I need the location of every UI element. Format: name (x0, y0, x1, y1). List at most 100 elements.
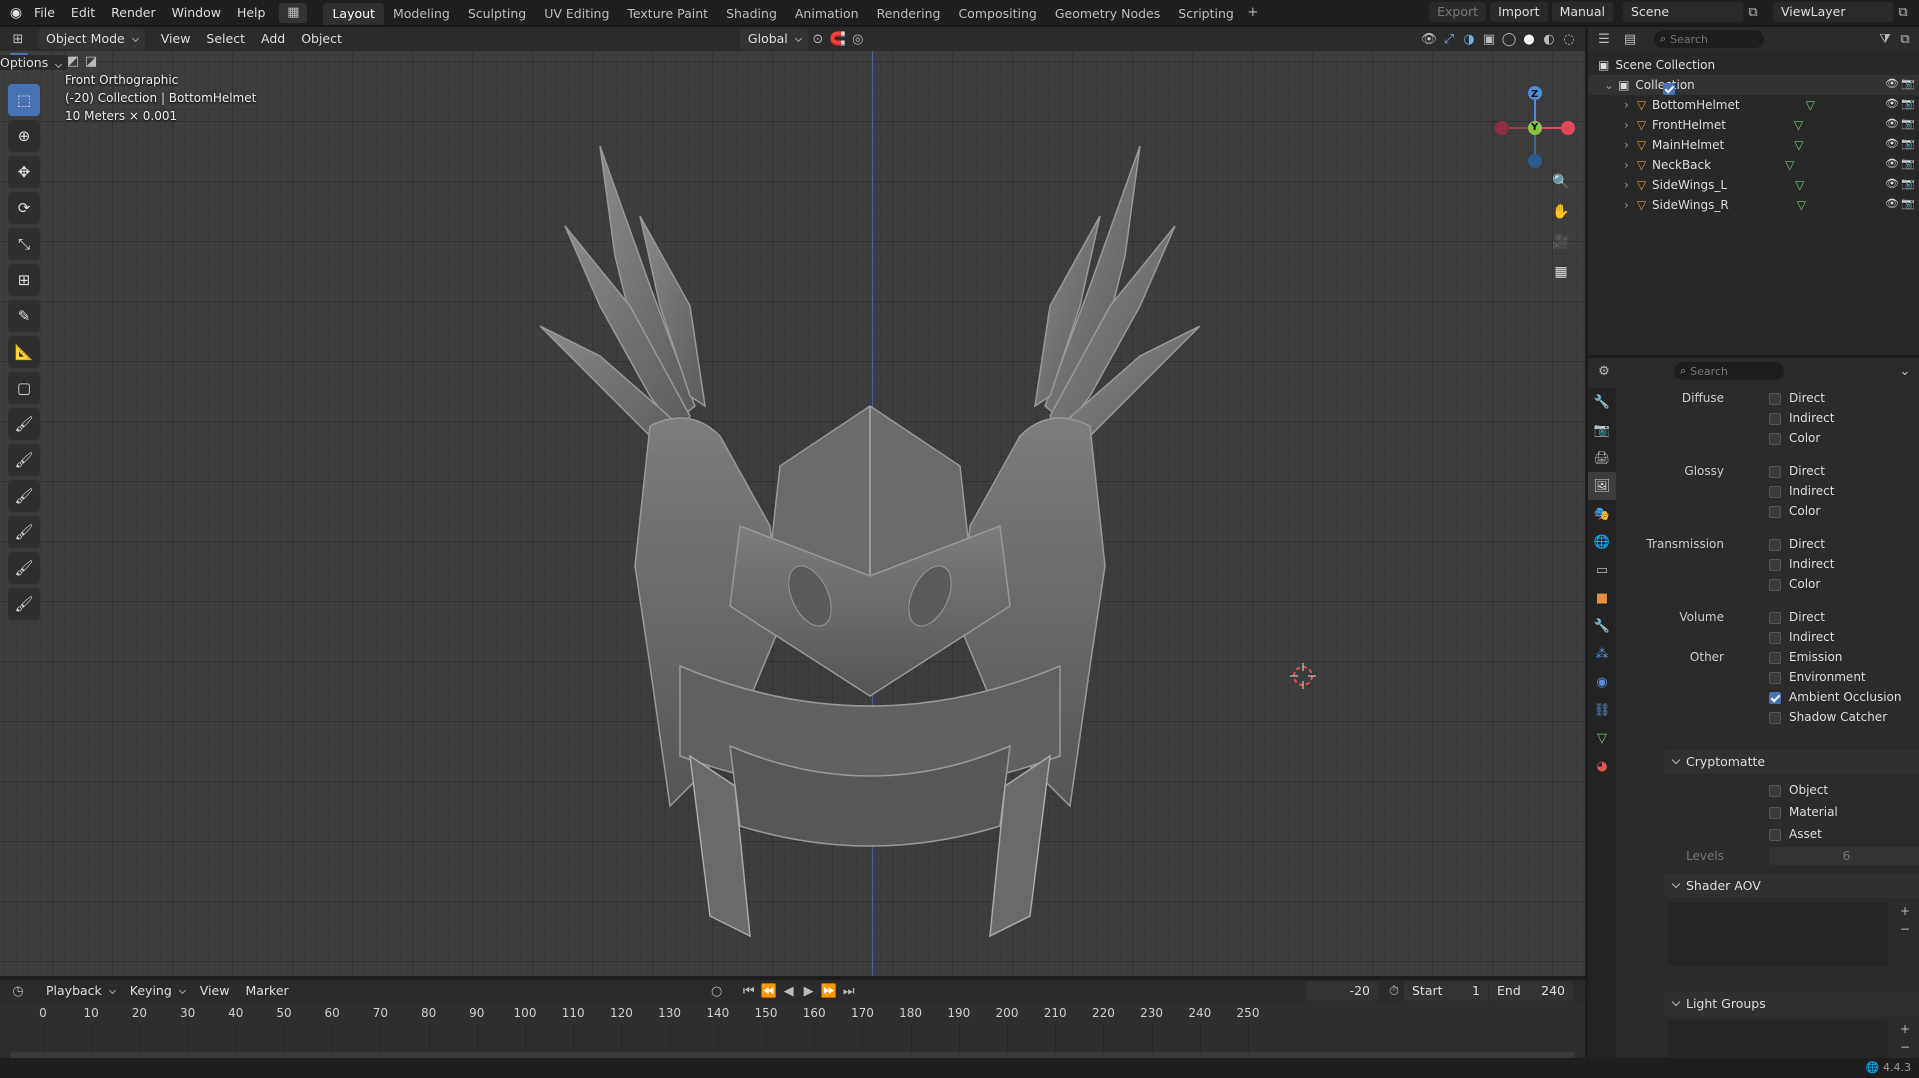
eye-icon[interactable]: 👁 (1885, 117, 1899, 130)
pass-checkbox[interactable]: Color (1769, 428, 1820, 448)
modifier-tab-icon[interactable]: 🔧 (1588, 612, 1616, 640)
xray-icon[interactable]: ▣ (1479, 29, 1499, 49)
viewport-menu-view[interactable]: View (153, 29, 199, 49)
outliner-search[interactable]: ⌕ (1654, 30, 1764, 48)
current-frame-field[interactable]: -20 (1306, 981, 1378, 1001)
brush-tool-5-icon[interactable]: 🖌 (8, 552, 40, 584)
filter-icon[interactable]: ⧩ (1875, 29, 1895, 49)
new-collection-icon[interactable]: ⧉ (1895, 29, 1915, 49)
physics-tab-icon[interactable]: ◉ (1588, 668, 1616, 696)
eye-icon[interactable]: 👁 (1885, 157, 1899, 170)
object-tab-icon[interactable]: ■ (1588, 584, 1616, 612)
import-button[interactable]: Import (1490, 2, 1548, 22)
tab-geometry-nodes[interactable]: Geometry Nodes (1046, 3, 1169, 25)
timeline-menu-playback[interactable]: Playback (38, 981, 122, 1001)
brush-tool-1-icon[interactable]: 🖌 (8, 408, 40, 440)
camera-icon[interactable]: 📷 (1901, 197, 1915, 210)
visibility-icon[interactable]: 👁 (1419, 29, 1439, 49)
play-reverse-icon[interactable]: ◀ (779, 981, 799, 1001)
checkbox-direct[interactable] (1769, 465, 1781, 478)
outliner-editor-icon[interactable]: ☰ (1594, 29, 1614, 49)
end-frame-field[interactable]: End 240 (1489, 981, 1573, 1001)
menu-file[interactable]: File (26, 0, 63, 26)
viewport-menu-add[interactable]: Add (253, 29, 293, 49)
eye-icon[interactable]: 👁 (1885, 177, 1899, 190)
ortho-toggle-icon[interactable]: ▦ (1548, 259, 1574, 285)
jump-end-icon[interactable]: ⏭ (839, 981, 859, 1001)
scene-collection-row[interactable]: ▣ Scene Collection (1588, 55, 1919, 75)
eye-icon[interactable]: 👁 (1885, 137, 1899, 150)
properties-search[interactable]: ⌕ (1674, 362, 1784, 380)
pass-checkbox[interactable]: Color (1769, 574, 1820, 594)
checkbox-object[interactable] (1769, 784, 1781, 797)
checkbox-color[interactable] (1769, 432, 1781, 445)
scene-tab-icon[interactable]: 🎭 (1588, 500, 1616, 528)
export-button[interactable]: Export (1429, 2, 1487, 22)
render-tab-icon[interactable]: 📷 (1588, 416, 1616, 444)
camera-icon[interactable]: 📷 (1901, 97, 1915, 110)
pass-checkbox[interactable]: Emission (1769, 647, 1842, 667)
particles-tab-icon[interactable]: ⁂ (1588, 640, 1616, 668)
checkbox-shadow-catcher[interactable] (1769, 711, 1781, 724)
outliner-object-row[interactable]: › ▽ FrontHelmet ▽ 👁 📷 (1588, 115, 1919, 135)
pass-checkbox[interactable]: Indirect (1769, 481, 1834, 501)
snap-icon[interactable]: 🧲 (828, 29, 848, 49)
camera-icon[interactable]: 📷 (1901, 117, 1915, 130)
checkbox-color[interactable] (1769, 578, 1781, 591)
brush-tool-3-icon[interactable]: 🖌 (8, 480, 40, 512)
eye-icon[interactable]: 👁 (1885, 97, 1899, 110)
overlay-toggle-icon[interactable]: ◑ (1459, 29, 1479, 49)
add-light-group-icon[interactable]: + (1900, 1022, 1910, 1036)
pass-checkbox[interactable]: Direct (1769, 534, 1825, 554)
checkbox-color[interactable] (1769, 505, 1781, 518)
pass-checkbox[interactable]: Environment (1769, 667, 1866, 687)
jump-start-icon[interactable]: ⏮ (739, 981, 759, 1001)
new-scene-icon[interactable]: ⧉ (1743, 2, 1763, 22)
camera-icon[interactable]: 📷 (1901, 137, 1915, 150)
frame-rate-icon[interactable]: ⏱ (1384, 981, 1404, 1001)
pass-checkbox[interactable]: Indirect (1769, 627, 1834, 647)
output-tab-icon[interactable]: 🖨 (1588, 444, 1616, 472)
cryptomatte-checkbox[interactable]: Asset (1769, 824, 1822, 844)
camera-view-icon[interactable]: 🎥 (1548, 229, 1574, 255)
move-tool-icon[interactable]: ✥ (8, 156, 40, 188)
3d-viewport[interactable]: ▣ ◧ ◨ ◩ ◪ Options Front Orthographic (-2… (0, 51, 1585, 976)
expand-arrow-icon[interactable]: › (1624, 158, 1629, 172)
expand-arrow-icon[interactable]: › (1624, 118, 1629, 132)
play-icon[interactable]: ▶ (799, 981, 819, 1001)
menu-help[interactable]: Help (229, 0, 274, 26)
checkbox-asset[interactable] (1769, 828, 1781, 841)
camera-icon[interactable]: 📷 (1901, 77, 1915, 90)
pass-checkbox[interactable]: Direct (1769, 607, 1825, 627)
expand-arrow-icon[interactable]: › (1624, 198, 1629, 212)
scene-selector[interactable]: Scene (1623, 2, 1743, 22)
remove-aov-icon[interactable]: − (1900, 922, 1910, 936)
pass-checkbox[interactable]: Indirect (1769, 408, 1834, 428)
expand-arrow-icon[interactable]: › (1624, 138, 1629, 152)
timeline-menu-keying[interactable]: Keying (122, 981, 192, 1001)
pass-checkbox[interactable]: Shadow Catcher (1769, 707, 1887, 727)
material-shading-icon[interactable]: ◐ (1539, 29, 1559, 49)
checkbox-environment[interactable] (1769, 671, 1781, 684)
pass-checkbox[interactable]: Indirect (1769, 554, 1834, 574)
solid-shading-icon[interactable]: ● (1519, 29, 1539, 49)
checkbox-material[interactable] (1769, 806, 1781, 819)
shader-aov-panel-header[interactable]: Shader AOV (1664, 874, 1919, 898)
tab-compositing[interactable]: Compositing (949, 3, 1045, 25)
camera-icon[interactable]: 📷 (1901, 177, 1915, 190)
outliner-object-row[interactable]: › ▽ NeckBack ▽ 👁 📷 (1588, 155, 1919, 175)
pin-icon[interactable]: ⌄ (1895, 361, 1915, 381)
helmet-model[interactable] (540, 106, 1200, 976)
outliner-search-input[interactable] (1670, 32, 1757, 46)
tab-uv-editing[interactable]: UV Editing (535, 3, 618, 25)
select-box-tool-icon[interactable]: ⬚ (8, 84, 40, 116)
data-tab-icon[interactable]: ▽ (1588, 724, 1616, 752)
pass-checkbox[interactable]: Direct (1769, 388, 1825, 408)
eye-icon[interactable]: 👁 (1885, 197, 1899, 210)
camera-icon[interactable]: 📷 (1901, 157, 1915, 170)
checkbox-direct[interactable] (1769, 611, 1781, 624)
add-aov-icon[interactable]: + (1900, 904, 1910, 918)
brush-tool-4-icon[interactable]: 🖌 (8, 516, 40, 548)
viewport-menu-select[interactable]: Select (198, 29, 253, 49)
expand-arrow-icon[interactable]: › (1624, 178, 1629, 192)
